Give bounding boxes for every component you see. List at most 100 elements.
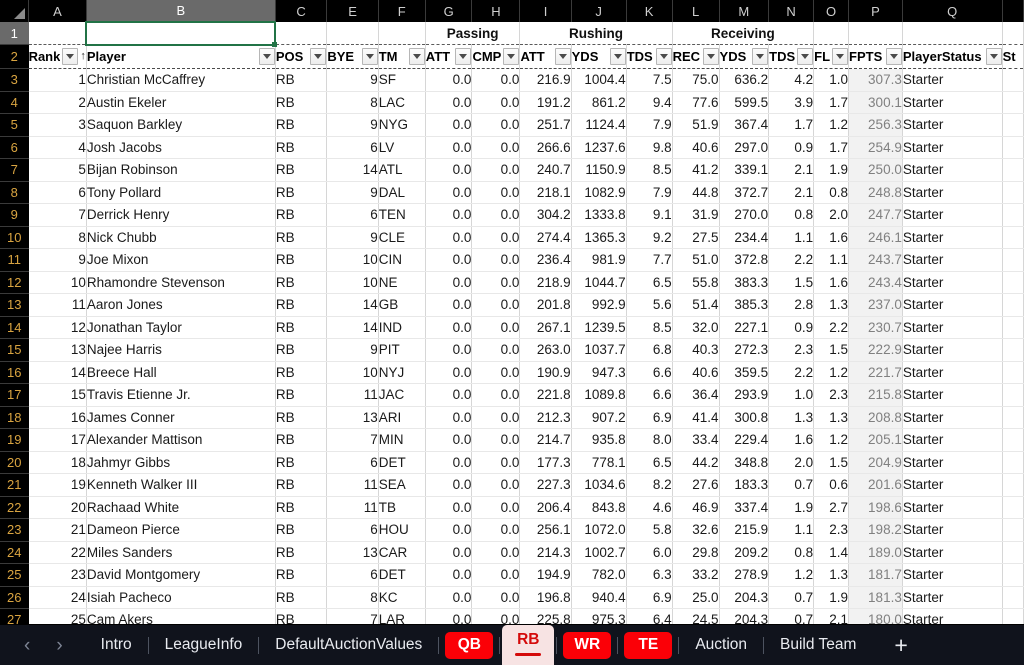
row-header-17[interactable]: 17 — [0, 383, 29, 407]
grid-row-2-filter-headers[interactable]: 2 Rank ↑ Player POS BYE TM ATT CMP ATT Y… — [0, 44, 1024, 69]
table-row[interactable]: 18 16 James Conner RB 13 ARI 0.0 0.0 212.3 907.2 6… — [0, 406, 1024, 429]
cell-patt[interactable]: 0.0 — [424, 226, 473, 249]
cell-rec[interactable]: 40.6 — [671, 361, 720, 384]
cell-status[interactable]: Starter — [902, 158, 1003, 182]
row-header-16[interactable]: 16 — [0, 361, 29, 384]
cell-tm[interactable]: DAL — [378, 181, 426, 204]
cell-fpts[interactable]: 307.3 — [848, 68, 903, 92]
cell-rec[interactable]: 32.6 — [671, 518, 720, 542]
cell-overflow[interactable] — [1002, 383, 1024, 407]
cell-pcmp[interactable]: 0.0 — [471, 473, 521, 497]
cell-fpts[interactable]: 230.7 — [848, 316, 903, 339]
filter-header-fl[interactable]: FL — [813, 44, 850, 69]
table-row[interactable]: 23 21 Dameon Pierce RB 6 HOU 0.0 0.0 256.1 1072.0… — [0, 518, 1024, 542]
cell-bye[interactable]: 6 — [326, 563, 379, 587]
sheet-nav-buttons[interactable]: ‹ › — [6, 636, 85, 655]
filter-header-partial[interactable]: St — [1002, 44, 1024, 69]
table-row[interactable]: 7 5 Bijan Robinson RB 14 ATL 0.0 0.0 240.7 1150.9… — [0, 158, 1024, 182]
cell-player[interactable]: Kenneth Walker III — [86, 473, 276, 497]
cell-status[interactable]: Starter — [902, 293, 1003, 317]
cell-pos[interactable]: RB — [275, 406, 328, 429]
cell-tm[interactable]: CIN — [378, 248, 426, 272]
cell-fl[interactable]: 2.2 — [813, 316, 850, 339]
cell-status[interactable]: Starter — [902, 136, 1003, 159]
cell-rank[interactable]: 3 — [28, 113, 87, 137]
table-row[interactable]: 13 11 Aaron Jones RB 14 GB 0.0 0.0 201.8 992.9 5.6… — [0, 293, 1024, 317]
cell-status[interactable]: Starter — [902, 226, 1003, 249]
cell-pos[interactable]: RB — [275, 563, 328, 587]
cell-bye[interactable]: 6 — [326, 136, 379, 159]
cell-ratt[interactable]: 218.1 — [519, 181, 572, 204]
cell-bye[interactable]: 6 — [326, 518, 379, 542]
filter-dropdown-icon-fl[interactable] — [832, 48, 848, 65]
column-header-N[interactable]: N — [768, 0, 815, 22]
cell-bye[interactable]: 13 — [326, 406, 379, 429]
cell-overflow[interactable] — [1002, 293, 1024, 317]
cell-fpts[interactable]: 243.7 — [848, 248, 903, 272]
filter-dropdown-icon-receiving-rec[interactable] — [702, 48, 719, 65]
cell-rtds[interactable]: 7.9 — [626, 181, 673, 204]
cell-rank[interactable]: 5 — [28, 158, 87, 182]
filter-header-receiving-yds[interactable]: YDS — [719, 44, 770, 69]
cell-overflow[interactable] — [1002, 541, 1024, 564]
row-header-7[interactable]: 7 — [0, 158, 29, 182]
cell-pcmp[interactable]: 0.0 — [471, 383, 521, 407]
cell-ratt[interactable]: 194.9 — [519, 563, 572, 587]
cell-patt[interactable]: 0.0 — [424, 451, 473, 474]
cell-pos[interactable]: RB — [275, 338, 328, 362]
cell-pos[interactable]: RB — [275, 226, 328, 249]
cell-tm[interactable]: SEA — [378, 473, 426, 497]
filter-header-rank[interactable]: Rank ↑ — [28, 44, 87, 69]
cell-status[interactable]: Starter — [902, 473, 1003, 497]
cell-status[interactable]: Starter — [902, 563, 1003, 587]
filter-header-rushing-yds[interactable]: YDS — [571, 44, 627, 69]
cell-player[interactable]: Isiah Pacheco — [86, 586, 276, 609]
cell-ratt[interactable]: 214.3 — [519, 541, 572, 564]
cell-ryds[interactable]: 947.3 — [571, 361, 627, 384]
grid-row-1[interactable]: 1 Passing Rushing Receiving — [0, 21, 1024, 47]
cell-rec[interactable]: 40.3 — [671, 338, 720, 362]
cell-fpts[interactable]: 222.9 — [848, 338, 903, 362]
cell-pcmp[interactable]: 0.0 — [471, 361, 521, 384]
filter-dropdown-icon-tm[interactable] — [408, 48, 425, 65]
cell-fpts[interactable]: 205.1 — [848, 428, 903, 452]
cell-rank[interactable]: 8 — [28, 226, 87, 249]
cell-player[interactable]: Saquon Barkley — [86, 113, 276, 137]
cell-fpts[interactable]: 237.0 — [848, 293, 903, 317]
column-header-Q[interactable]: Q — [902, 0, 1003, 22]
cell-player[interactable]: Rachaad White — [86, 496, 276, 519]
column-header-I[interactable]: I — [519, 0, 572, 22]
filter-dropdown-icon-rushing-att[interactable] — [554, 48, 571, 65]
cell-recyds[interactable]: 337.4 — [719, 496, 770, 519]
cell-bye[interactable]: 11 — [326, 496, 379, 519]
cell-rtds[interactable]: 9.4 — [626, 91, 673, 114]
column-header-row[interactable]: A B C E F G H I J K L M N O P Q — [0, 0, 1024, 22]
row-header-9[interactable]: 9 — [0, 203, 29, 227]
cell-ratt[interactable]: 304.2 — [519, 203, 572, 227]
cell-recyds[interactable]: 270.0 — [719, 203, 770, 227]
cell-A1[interactable] — [28, 22, 87, 45]
table-row[interactable]: 27 25 Cam Akers RB 7 LAR 0.0 0.0 225.8 975.3 6.4 24… — [0, 608, 1024, 624]
grid-body[interactable]: 1 Passing Rushing Receiving 2 Rank ↑ Pla… — [0, 21, 1024, 624]
cell-overflow[interactable] — [1002, 271, 1024, 294]
cell-rectds[interactable]: 1.5 — [768, 271, 815, 294]
row-header-6[interactable]: 6 — [0, 136, 29, 159]
cell-overflow[interactable] — [1002, 316, 1024, 339]
cell-rank[interactable]: 11 — [28, 293, 87, 317]
row-header-12[interactable]: 12 — [0, 271, 29, 294]
cell-player[interactable]: Breece Hall — [86, 361, 276, 384]
cell-recyds[interactable]: 209.2 — [719, 541, 770, 564]
cell-tm[interactable]: TEN — [378, 203, 426, 227]
cell-pos[interactable]: RB — [275, 136, 328, 159]
cell-recyds[interactable]: 367.4 — [719, 113, 770, 137]
cell-rec[interactable]: 27.5 — [671, 226, 720, 249]
cell-fpts[interactable]: 181.7 — [848, 563, 903, 587]
column-header-R[interactable] — [1002, 0, 1024, 22]
cell-pos[interactable]: RB — [275, 496, 328, 519]
cell-ryds[interactable]: 935.8 — [571, 428, 627, 452]
row-header-18[interactable]: 18 — [0, 406, 29, 429]
cell-ryds[interactable]: 1072.0 — [571, 518, 627, 542]
cell-overflow[interactable] — [1002, 226, 1024, 249]
cell-pcmp[interactable]: 0.0 — [471, 293, 521, 317]
cell-overflow[interactable] — [1002, 406, 1024, 429]
